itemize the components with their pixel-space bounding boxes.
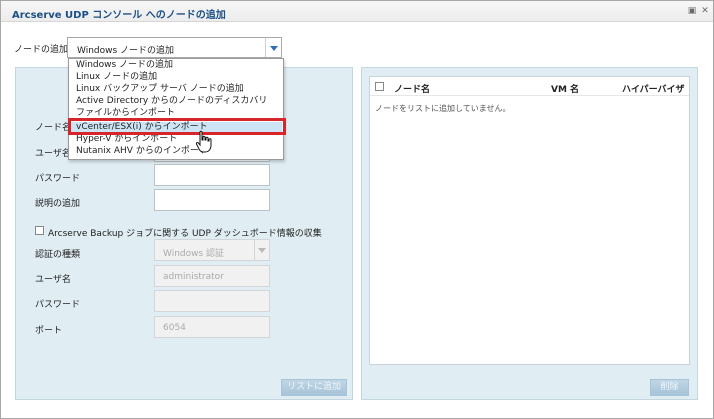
- col-hypervisor[interactable]: ハイパーバイザ: [622, 82, 685, 95]
- node-name-label: ノード名: [35, 123, 72, 133]
- port-field[interactable]: 6054: [154, 316, 270, 338]
- option-hyper-v[interactable]: Hyper-V からインポート: [70, 134, 282, 145]
- auth-type-select[interactable]: Windows 認証: [154, 239, 270, 261]
- select-all-checkbox[interactable]: [375, 82, 384, 91]
- chevron-down-icon[interactable]: [254, 240, 269, 260]
- restore-icon[interactable]: ▣: [687, 6, 697, 16]
- highlight-box: [68, 118, 286, 135]
- port-value: 6054: [163, 323, 186, 333]
- chevron-down-icon[interactable]: [265, 38, 281, 57]
- node-list-grid: [369, 76, 690, 365]
- auth-type-label: 認証の種類: [35, 250, 81, 260]
- add-to-list-button[interactable]: リストに追加: [281, 379, 347, 396]
- option-windows-node[interactable]: Windows ノードの追加: [70, 60, 282, 71]
- option-nutanix-ahv[interactable]: Nutanix AHV からのインポート: [70, 146, 282, 157]
- add-node-select-value: Windows ノードの追加: [77, 46, 175, 56]
- user-name2-field[interactable]: administrator: [154, 265, 270, 287]
- description-label: 説明の追加: [35, 199, 81, 209]
- option-linux-backup-server[interactable]: Linux バックアップ サーバ ノードの追加: [70, 84, 282, 95]
- dialog-title: Arcserve UDP コンソール へのノードの追加: [12, 10, 226, 21]
- password-label: パスワード: [35, 174, 81, 184]
- collect-dashboard-checkbox[interactable]: [35, 226, 44, 235]
- password2-label: パスワード: [35, 300, 81, 310]
- title-bar[interactable]: Arcserve UDP コンソール へのノードの追加 ▣ ✕: [1, 1, 713, 22]
- user-name-label: ユーザ名: [35, 149, 71, 159]
- password2-field[interactable]: [154, 290, 270, 312]
- port-label: ポート: [35, 326, 63, 336]
- auth-type-value: Windows 認証: [163, 249, 225, 259]
- option-active-directory[interactable]: Active Directory からのノードのディスカバリ: [70, 96, 282, 107]
- collect-dashboard-label: Arcserve Backup ジョブに関する UDP ダッシュボード情報の収集: [48, 229, 322, 239]
- description-field[interactable]: [154, 189, 270, 211]
- user-name2-value: administrator: [163, 272, 224, 282]
- add-node-select[interactable]: Windows ノードの追加: [67, 37, 282, 58]
- close-icon[interactable]: ✕: [700, 6, 710, 16]
- add-node-label: ノードの追加: [14, 45, 69, 55]
- col-vm-name[interactable]: VM 名: [551, 82, 579, 95]
- hand-pointer-icon: [195, 130, 212, 153]
- delete-button[interactable]: 削除: [650, 379, 689, 396]
- option-linux-node[interactable]: Linux ノードの追加: [70, 72, 282, 83]
- password-field[interactable]: [154, 164, 270, 186]
- user-name2-label: ユーザ名: [35, 275, 71, 285]
- col-node-name[interactable]: ノード名: [394, 82, 430, 95]
- add-node-dropdown-list: Windows ノードの追加 Linux ノードの追加 Linux バックアップ…: [68, 58, 284, 160]
- empty-list-message: ノードをリストに追加していません。: [375, 104, 511, 113]
